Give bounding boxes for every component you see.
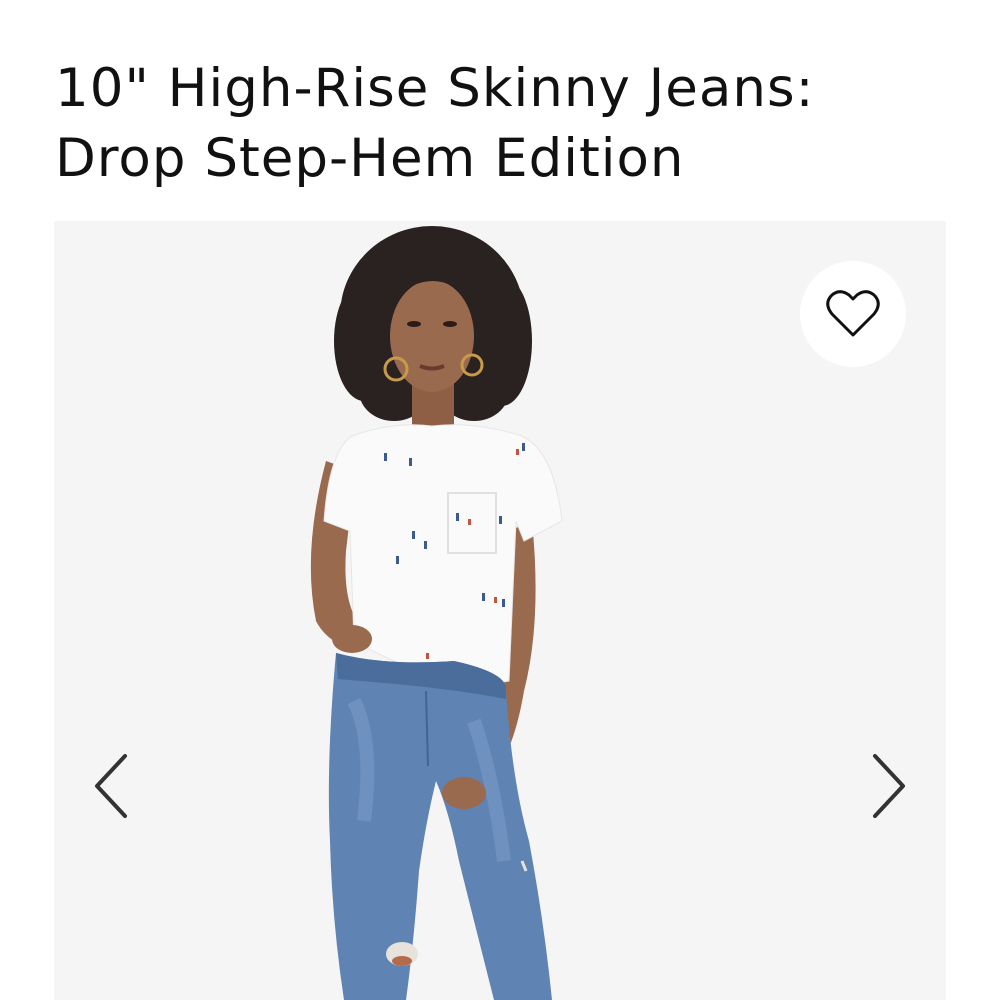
chevron-left-icon <box>95 754 127 818</box>
product-title-line-1: 10" High-Rise Skinny Jeans: <box>55 57 815 119</box>
next-image-button[interactable] <box>864 751 914 821</box>
previous-image-button[interactable] <box>86 751 136 821</box>
product-title: 10" High-Rise Skinny Jeans: Drop Step-He… <box>55 54 955 194</box>
product-image-gallery[interactable] <box>54 221 946 1000</box>
chevron-right-icon <box>873 754 905 818</box>
product-title-line-2: Drop Step-Hem Edition <box>55 127 685 189</box>
favorite-button[interactable] <box>800 261 906 367</box>
heart-outline-icon <box>826 290 880 337</box>
